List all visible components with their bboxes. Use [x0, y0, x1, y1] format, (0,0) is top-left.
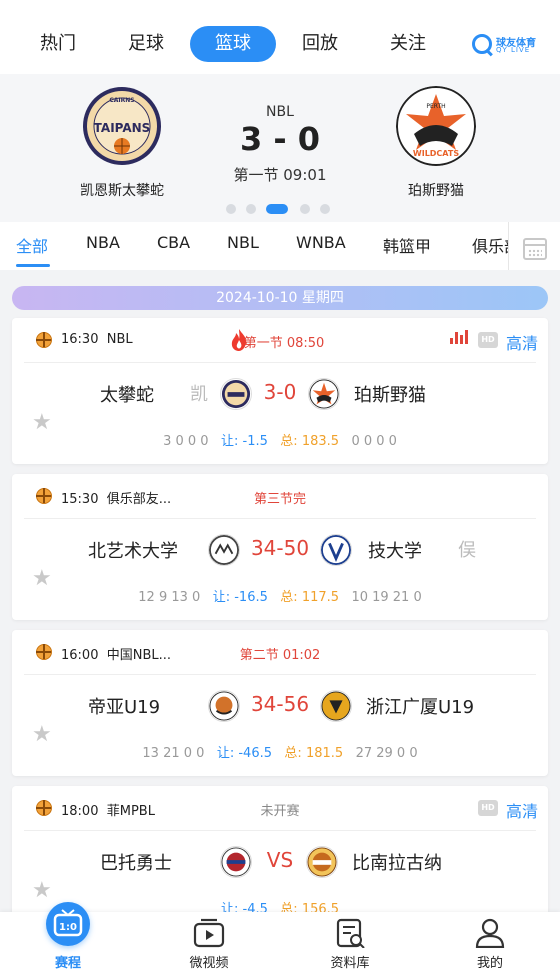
- tab-follow[interactable]: 关注: [388, 26, 428, 62]
- svg-text:1:0: 1:0: [59, 922, 77, 933]
- match-time: 15:30 俱乐部友...: [61, 492, 172, 507]
- cat-nba[interactable]: NBA: [86, 233, 120, 252]
- schedule-tv-icon: 1:0: [46, 902, 90, 946]
- basketball-icon: [36, 644, 52, 660]
- cat-nbl[interactable]: NBL: [227, 233, 259, 252]
- carousel-dot[interactable]: [320, 204, 330, 214]
- database-icon: [336, 918, 365, 948]
- odds-row: 3 0 0 0 让: -1.5 总: 183.5 0 0 0 0: [163, 434, 397, 449]
- home-team-logo: [220, 846, 252, 878]
- away-team: 浙江广厦U19: [366, 697, 475, 718]
- odds-row: 13 21 0 0 让: -46.5 总: 181.5 27 29 0 0: [142, 746, 418, 761]
- away-team-logo: [306, 846, 338, 878]
- date-bar: 2024-10-10 星期四: [12, 286, 548, 310]
- home-team-logo: [208, 690, 240, 722]
- hd-link[interactable]: 高清: [506, 798, 538, 822]
- match-card[interactable]: 18:00 菲MPBL 未开赛 HD 高清 巴托勇士 VS 比南拉古纳 ★ 让:…: [12, 786, 548, 932]
- match-score: VS: [266, 848, 294, 872]
- hero-period: 第一节 09:01: [233, 166, 327, 184]
- nav-label: 赛程: [54, 956, 81, 971]
- category-tabs: 全部 NBA CBA NBL WNBA 韩篮甲 俱乐部: [0, 222, 560, 270]
- match-time: 16:00 中国NBL...: [61, 648, 172, 663]
- match-score: 34-50: [250, 536, 310, 560]
- home-team: 帝亚U19: [88, 697, 161, 718]
- match-status: 第三节完: [253, 492, 306, 507]
- featured-match[interactable]: CAIRNS TAIPANS 凯恩斯太攀蛇 NBL 3 - 0 第一节 09:0…: [0, 74, 560, 222]
- home-logo-top-text: CAIRNS: [109, 97, 134, 104]
- hd-badge-icon: HD: [478, 332, 498, 348]
- cat-underline: [16, 264, 50, 267]
- bottom-nav: 1:0 赛程 微视频 资料库 我的: [0, 902, 560, 974]
- home-logo-text: TAIPANS: [94, 121, 151, 135]
- cat-wnba[interactable]: WNBA: [296, 233, 346, 252]
- cat-all[interactable]: 全部: [16, 233, 48, 257]
- away-team: 比南拉古纳: [352, 853, 442, 874]
- match-time: 18:00 菲MPBL: [61, 804, 155, 819]
- logo-mark-icon: [472, 34, 492, 54]
- away-team: 技大学: [368, 541, 422, 562]
- basketball-icon: [36, 332, 52, 348]
- home-team-logo: [208, 534, 240, 566]
- tab-football[interactable]: 足球: [126, 26, 166, 62]
- carousel-dot-active[interactable]: [266, 204, 288, 214]
- home-team-overflow: 凯: [190, 384, 208, 405]
- user-icon: [475, 918, 505, 948]
- home-team: 太攀蛇: [100, 385, 154, 406]
- away-team-logo: [320, 690, 352, 722]
- tab-basketball[interactable]: 篮球: [190, 26, 276, 62]
- cat-cba[interactable]: CBA: [157, 233, 190, 252]
- away-team-logo: [320, 534, 352, 566]
- home-team: 北艺术大学: [88, 541, 178, 562]
- match-status: 第一节 08:50: [243, 336, 325, 351]
- home-team-name: 凯恩斯太攀蛇: [80, 183, 164, 199]
- stats-bars-icon[interactable]: [450, 330, 468, 344]
- away-logo-text: WILDCATS: [413, 149, 459, 158]
- cat-kbl[interactable]: 韩篮甲: [383, 233, 431, 257]
- app-logo: 球友体育 QY LIVE: [472, 32, 536, 56]
- carousel-dot[interactable]: [226, 204, 236, 214]
- divider: [24, 830, 536, 831]
- odds-row: 12 9 13 0 让: -16.5 总: 117.5 10 19 21 0: [138, 590, 422, 605]
- match-status: 第二节 01:02: [239, 648, 321, 663]
- home-team: 巴托勇士: [100, 853, 172, 874]
- divider: [24, 518, 536, 519]
- carousel-dot[interactable]: [246, 204, 256, 214]
- top-nav: 热门 足球 篮球 回放 关注 球友体育 QY LIVE: [0, 0, 560, 74]
- video-icon: [193, 918, 225, 948]
- divider: [24, 674, 536, 675]
- match-card[interactable]: 15:30 俱乐部友... 第三节完 北艺术大学 34-50 技大学 俣 ★ 1…: [12, 474, 548, 620]
- carousel-dot[interactable]: [300, 204, 310, 214]
- tab-hot[interactable]: 热门: [38, 26, 78, 62]
- away-team: 珀斯野猫: [354, 385, 426, 406]
- away-team-overflow: 俣: [458, 540, 476, 561]
- nav-label: 资料库: [330, 956, 370, 971]
- basketball-icon: [36, 488, 52, 504]
- away-logo-top-text: PERTH: [426, 103, 445, 110]
- tab-replay[interactable]: 回放: [300, 26, 340, 62]
- match-score: 34-56: [250, 692, 310, 716]
- calendar-icon: [523, 238, 547, 260]
- hd-link[interactable]: 高清: [506, 330, 538, 354]
- away-team-logo: [308, 378, 340, 410]
- nav-label: 我的: [476, 956, 503, 971]
- calendar-button[interactable]: [508, 222, 560, 270]
- away-team-logo: PERTH WILDCATS: [396, 86, 476, 166]
- match-status: 未开赛: [260, 804, 300, 819]
- hero-league: NBL: [266, 104, 294, 120]
- hd-badge-icon: HD: [478, 800, 498, 816]
- divider: [24, 362, 536, 363]
- logo-subtext: QY LIVE: [496, 46, 531, 54]
- basketball-icon: [36, 800, 52, 816]
- match-card[interactable]: 16:00 中国NBL... 第二节 01:02 帝亚U19 34-56 浙江广…: [12, 630, 548, 776]
- away-team-name: 珀斯野猫: [408, 183, 464, 199]
- hero-score: 3 - 0: [239, 120, 321, 158]
- match-card[interactable]: 16:30 NBL 第一节 08:50 HD 高清 太攀蛇 凯 3-0 珀斯野猫…: [12, 318, 548, 464]
- match-time: 16:30 NBL: [61, 332, 133, 347]
- nav-label: 微视频: [189, 956, 229, 971]
- home-team-logo: CAIRNS TAIPANS: [83, 87, 161, 165]
